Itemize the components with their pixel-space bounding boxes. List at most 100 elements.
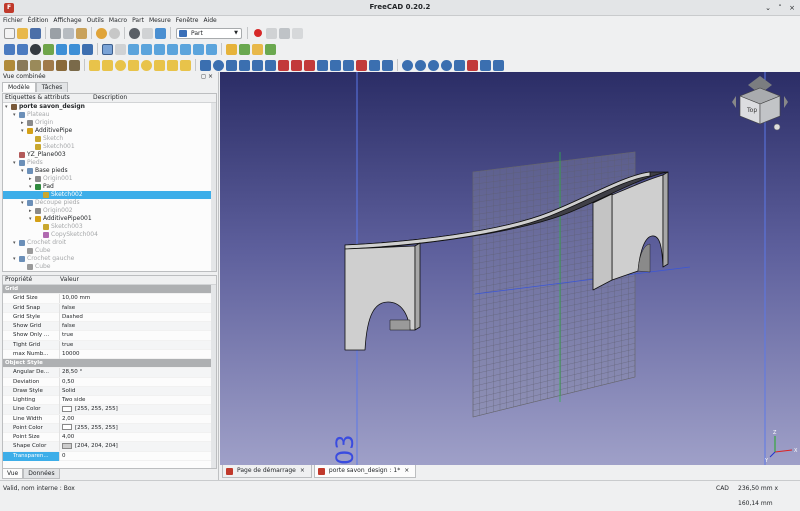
tree-item[interactable]: Sketch001 (3, 143, 216, 151)
view-menu-icon[interactable] (115, 43, 126, 55)
tab-start-page[interactable]: Page de démarrage × (222, 465, 312, 478)
property-row[interactable]: Grid Size 10,00 mm (3, 294, 216, 304)
minimize-icon[interactable]: ⌄ (763, 3, 773, 13)
sketch-tool-2-icon[interactable] (30, 59, 41, 71)
property-row[interactable]: Line Width 2,00 (3, 414, 216, 424)
link-icon[interactable] (265, 43, 276, 55)
sync-view-icon[interactable] (43, 43, 54, 55)
tree-item[interactable]: ▾ AdditivePipe (3, 127, 216, 135)
tree-item[interactable]: CopySketch004 (3, 231, 216, 239)
chevron-right-icon[interactable]: ▸ (29, 175, 32, 183)
property-value[interactable]: false (59, 303, 211, 313)
copy-icon[interactable] (63, 27, 74, 39)
sketch-tool-5-icon[interactable] (69, 59, 80, 71)
property-row[interactable]: Draw Style Solid (3, 386, 216, 396)
fit-all-icon[interactable] (4, 43, 15, 55)
menu-affichage[interactable]: Affichage (53, 16, 81, 25)
chevron-down-icon[interactable]: ▾ (13, 159, 16, 167)
stop-macro-icon[interactable] (266, 27, 277, 39)
chevron-down-icon[interactable]: ▾ (13, 255, 16, 263)
property-value[interactable]: [204, 204, 204] (59, 442, 211, 452)
redo-icon[interactable] (109, 27, 120, 39)
close-tab-icon[interactable]: × (300, 467, 305, 474)
tree-item[interactable]: ▸ Origin001 (3, 175, 216, 183)
cylinder-icon[interactable] (102, 59, 113, 71)
ruled-surface-icon[interactable] (278, 59, 289, 71)
tree-item[interactable]: ▾ Crochet droit (3, 239, 216, 247)
tree-item[interactable]: ▾ porte savon_design (3, 103, 216, 111)
measure-linear-icon[interactable] (480, 59, 491, 71)
property-row[interactable]: Lighting Two side (3, 396, 216, 406)
property-row[interactable]: Deviation 0,50 (3, 377, 216, 387)
compound-tools-icon[interactable] (382, 59, 393, 71)
sketch-tool-icon[interactable] (17, 59, 28, 71)
property-group[interactable]: Object Style (3, 359, 216, 369)
tab-donnees[interactable]: Données (23, 469, 60, 479)
dock-buttons[interactable]: ◻× (201, 73, 215, 80)
color-swatch[interactable] (62, 442, 72, 449)
property-value[interactable]: Dashed (59, 312, 211, 322)
property-row[interactable]: Tight Grid true (3, 340, 216, 350)
property-row[interactable]: Point Color [255, 255, 255] (3, 423, 216, 433)
property-value[interactable]: 4,00 (59, 433, 211, 442)
part-tool-icon[interactable] (239, 43, 250, 55)
part-design-icon[interactable] (4, 59, 15, 71)
tree-item[interactable]: ▸ Origin002 (3, 207, 216, 215)
tree-item[interactable]: YZ_Plane003 (3, 151, 216, 159)
props-header-value[interactable]: Valeur (60, 276, 79, 284)
cut-icon[interactable] (50, 27, 61, 39)
rear-view-icon[interactable] (180, 43, 191, 55)
menu-aide[interactable]: Aide (203, 16, 216, 25)
property-row[interactable]: Grid Snap false (3, 303, 216, 313)
property-value[interactable]: [255, 255, 255] (59, 405, 211, 415)
menu-outils[interactable]: Outils (87, 16, 104, 25)
tree-scrollbar[interactable] (211, 103, 216, 271)
new-document-icon[interactable] (4, 27, 15, 39)
property-row[interactable]: Point Size 4,00 (3, 433, 216, 443)
stop-icon[interactable] (142, 27, 153, 39)
close-tab-icon[interactable]: × (404, 467, 409, 474)
chevron-down-icon[interactable]: ▾ (21, 167, 24, 175)
color-swatch[interactable] (62, 405, 72, 412)
tree-item[interactable]: Sketch (3, 135, 216, 143)
workbench-selector[interactable]: Part ▼ (176, 27, 242, 39)
tree-item[interactable]: Cube (3, 247, 216, 255)
model-tree[interactable]: Étiquettes & attributs Description ▾ port… (2, 93, 217, 272)
undo-icon[interactable] (96, 27, 107, 39)
sketch-tool-3-icon[interactable] (43, 59, 54, 71)
right-view-icon[interactable] (167, 43, 178, 55)
menu-fenetre[interactable]: Fenêtre (176, 16, 199, 25)
tree-item[interactable]: ▾ Découpe pieds (3, 199, 216, 207)
property-value[interactable]: false (59, 322, 211, 331)
front-view-icon[interactable] (141, 43, 152, 55)
left-view-icon[interactable] (206, 43, 217, 55)
sphere-icon[interactable] (115, 59, 126, 71)
cube-icon[interactable] (89, 59, 100, 71)
fillet-icon[interactable] (239, 59, 250, 71)
chevron-down-icon[interactable]: ▾ (21, 199, 24, 207)
menu-edition[interactable]: Édition (28, 16, 49, 25)
macros-icon[interactable] (279, 27, 290, 39)
property-row[interactable]: max Numb... 10000 (3, 349, 216, 359)
property-row[interactable]: Grid Style Dashed (3, 312, 216, 322)
tree-item[interactable]: ▾ Crochet gauche (3, 255, 216, 263)
revolve-icon[interactable] (213, 59, 224, 71)
chevron-down-icon[interactable]: ▾ (21, 127, 24, 135)
chevron-down-icon[interactable]: ▾ (29, 215, 32, 223)
property-value[interactable]: 2,00 (59, 414, 211, 424)
top-view-icon[interactable] (154, 43, 165, 55)
close-icon[interactable]: × (787, 3, 797, 13)
property-value[interactable]: 10,00 mm (59, 294, 211, 304)
menu-fichier[interactable]: Fichier (3, 16, 23, 25)
property-row[interactable]: Transparen... 0 (3, 451, 216, 461)
props-header-property[interactable]: Propriété (5, 276, 32, 284)
forward-arrow-icon[interactable] (69, 43, 80, 55)
loft-icon[interactable] (291, 59, 302, 71)
menu-macro[interactable]: Macro (109, 16, 127, 25)
maximize-icon[interactable]: ˄ (775, 3, 785, 13)
chamfer-icon[interactable] (252, 59, 263, 71)
tree-item[interactable]: Sketch002 (3, 191, 216, 199)
group-icon[interactable] (252, 43, 263, 55)
draw-style-icon[interactable] (30, 43, 41, 55)
tree-item[interactable]: ▾ Plateau (3, 111, 216, 119)
